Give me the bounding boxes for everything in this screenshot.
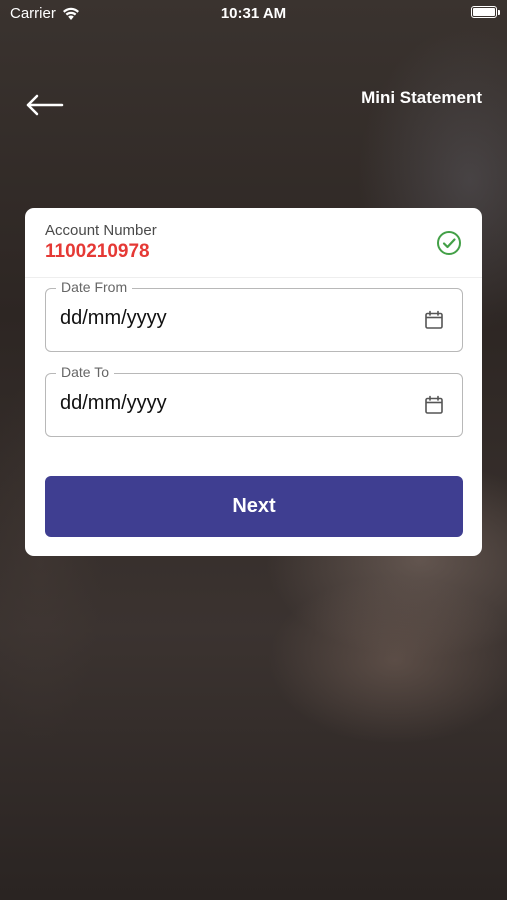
date-to-value: dd/mm/yyyy [60,392,167,414]
check-circle-icon [437,231,461,255]
nav-bar: Mini Statement [0,80,507,130]
date-to-field[interactable]: Date To dd/mm/yyyy [45,364,463,437]
account-number-value: 1100210978 [45,241,150,262]
date-from-value: dd/mm/yyyy [60,307,167,329]
battery-icon [471,6,500,18]
calendar-icon[interactable] [424,310,444,330]
card-divider [25,277,482,278]
account-number-label: Account Number [45,222,157,239]
date-to-label: Date To [56,364,114,380]
page-title: Mini Statement [361,88,482,107]
status-time: 10:31 AM [220,5,287,22]
statement-form-card: Account Number 1100210978 Date From dd/m… [25,208,482,556]
date-from-field[interactable]: Date From dd/mm/yyyy [45,279,463,352]
back-button[interactable] [22,90,66,120]
next-button[interactable]: Next [45,476,463,537]
calendar-icon[interactable] [424,395,444,415]
date-from-label: Date From [56,279,133,295]
status-bar: Carrier 10:31 AM [0,0,507,30]
battery-level [473,8,495,16]
back-arrow-icon [26,94,64,116]
